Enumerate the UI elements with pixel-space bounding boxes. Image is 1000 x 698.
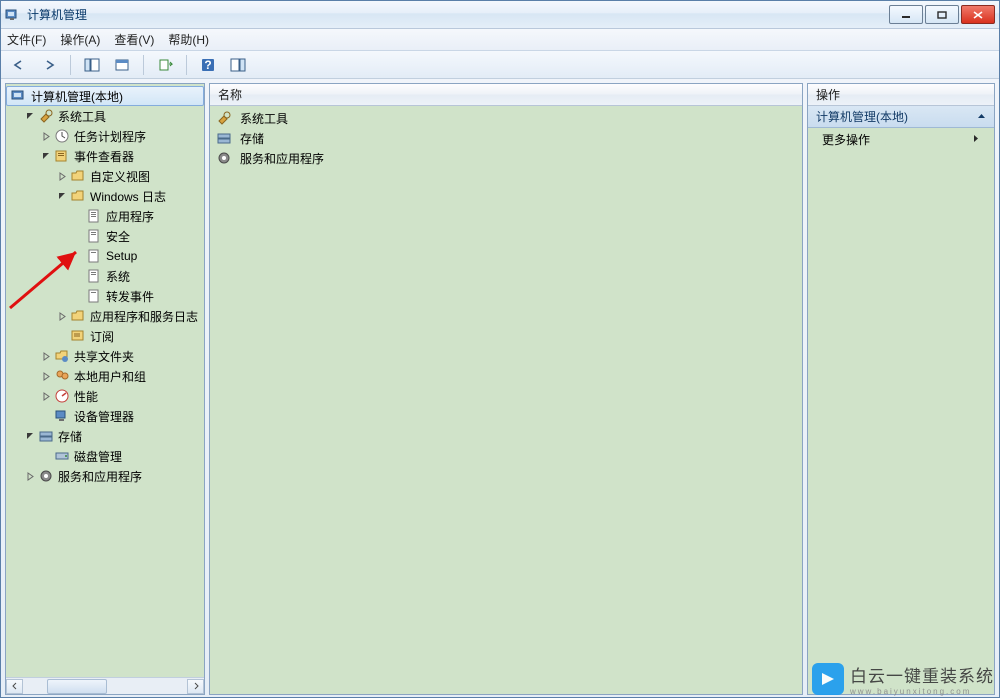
collapse-icon <box>977 110 986 124</box>
folder-icon <box>70 188 86 204</box>
console-tree[interactable]: 计算机管理(本地) 系统工具 任务计划程序 <box>6 84 204 677</box>
log-icon <box>86 228 102 244</box>
properties-button[interactable] <box>110 54 134 76</box>
list-item[interactable]: 服务和应用程序 <box>214 148 798 168</box>
collapse-icon[interactable] <box>40 150 52 162</box>
menu-file[interactable]: 文件(F) <box>7 31 46 48</box>
actions-section-header[interactable]: 计算机管理(本地) <box>808 106 994 128</box>
tree-device-manager[interactable]: 设备管理器 <box>6 406 204 426</box>
expand-icon[interactable] <box>40 130 52 142</box>
minimize-button[interactable] <box>889 5 923 24</box>
folder-icon <box>70 308 86 324</box>
show-hide-tree-button[interactable] <box>80 54 104 76</box>
storage-icon <box>216 130 232 146</box>
device-manager-icon <box>54 408 70 424</box>
menu-action[interactable]: 操作(A) <box>60 31 100 48</box>
disk-icon <box>54 448 70 464</box>
storage-icon <box>38 428 54 444</box>
subscription-icon <box>70 328 86 344</box>
tree-log-system[interactable]: 系统 <box>6 266 204 286</box>
shared-folder-icon <box>54 348 70 364</box>
log-icon <box>86 208 102 224</box>
tree-log-setup[interactable]: Setup <box>6 246 204 266</box>
log-icon <box>86 288 102 304</box>
tree-local-users[interactable]: 本地用户和组 <box>6 366 204 386</box>
log-icon <box>86 248 102 264</box>
tree-log-security[interactable]: 安全 <box>6 226 204 246</box>
window-title: 计算机管理 <box>27 6 87 23</box>
tree-log-forwarded[interactable]: 转发事件 <box>6 286 204 306</box>
tree-shared-folders[interactable]: 共享文件夹 <box>6 346 204 366</box>
separator <box>143 55 144 75</box>
tree-performance[interactable]: 性能 <box>6 386 204 406</box>
tree-custom-views[interactable]: 自定义视图 <box>6 166 204 186</box>
tree-panel: 计算机管理(本地) 系统工具 任务计划程序 <box>5 83 205 695</box>
services-icon <box>38 468 54 484</box>
tree-subscriptions[interactable]: 订阅 <box>6 326 204 346</box>
tree-system-tools[interactable]: 系统工具 <box>6 106 204 126</box>
details-panel: 名称 系统工具 存储 服务和应用程序 <box>209 83 803 695</box>
tree-services-apps[interactable]: 服务和应用程序 <box>6 466 204 486</box>
close-button[interactable] <box>961 5 995 24</box>
folder-icon <box>70 168 86 184</box>
collapse-icon[interactable] <box>56 190 68 202</box>
action-more[interactable]: 更多操作 <box>808 128 994 150</box>
window-frame: 计算机管理 文件(F) 操作(A) 查看(V) 帮助(H) ? <box>0 0 1000 698</box>
maximize-button[interactable] <box>925 5 959 24</box>
forward-button[interactable] <box>37 54 61 76</box>
show-action-pane-button[interactable] <box>226 54 250 76</box>
menu-view[interactable]: 查看(V) <box>114 31 154 48</box>
clock-icon <box>54 128 70 144</box>
actions-header: 操作 <box>808 84 994 106</box>
toolbar: ? <box>1 51 999 79</box>
tree-storage[interactable]: 存储 <box>6 426 204 446</box>
scroll-right-button[interactable] <box>187 679 204 694</box>
menubar: 文件(F) 操作(A) 查看(V) 帮助(H) <box>1 29 999 51</box>
app-icon <box>5 7 21 23</box>
help-button[interactable]: ? <box>196 54 220 76</box>
users-icon <box>54 368 70 384</box>
expand-icon[interactable] <box>40 350 52 362</box>
menu-help[interactable]: 帮助(H) <box>168 31 209 48</box>
expand-icon[interactable] <box>24 470 36 482</box>
expand-icon[interactable] <box>40 390 52 402</box>
svg-text:?: ? <box>204 58 211 72</box>
separator <box>70 55 71 75</box>
actions-panel: 操作 计算机管理(本地) 更多操作 <box>807 83 995 695</box>
tree-disk-management[interactable]: 磁盘管理 <box>6 446 204 466</box>
tools-icon <box>38 108 54 124</box>
workarea: 计算机管理(本地) 系统工具 任务计划程序 <box>1 79 999 697</box>
expand-icon[interactable] <box>56 310 68 322</box>
export-button[interactable] <box>153 54 177 76</box>
services-icon <box>216 150 232 166</box>
tree-app-service-logs[interactable]: 应用程序和服务日志 <box>6 306 204 326</box>
tree-log-application[interactable]: 应用程序 <box>6 206 204 226</box>
performance-icon <box>54 388 70 404</box>
computer-icon <box>11 88 27 104</box>
log-icon <box>86 268 102 284</box>
tree-event-viewer[interactable]: 事件查看器 <box>6 146 204 166</box>
horizontal-scrollbar[interactable] <box>6 677 204 694</box>
tree-windows-logs[interactable]: Windows 日志 <box>6 186 204 206</box>
list-item[interactable]: 存储 <box>214 128 798 148</box>
tree-task-scheduler[interactable]: 任务计划程序 <box>6 126 204 146</box>
details-list[interactable]: 系统工具 存储 服务和应用程序 <box>210 106 802 694</box>
separator <box>186 55 187 75</box>
back-button[interactable] <box>7 54 31 76</box>
tree-root[interactable]: 计算机管理(本地) <box>6 86 204 106</box>
expand-icon[interactable] <box>56 170 68 182</box>
expand-icon[interactable] <box>40 370 52 382</box>
collapse-icon[interactable] <box>24 430 36 442</box>
column-header-name[interactable]: 名称 <box>210 84 802 106</box>
collapse-icon[interactable] <box>24 110 36 122</box>
chevron-right-icon <box>973 132 980 146</box>
scroll-left-button[interactable] <box>6 679 23 694</box>
titlebar[interactable]: 计算机管理 <box>1 1 999 29</box>
event-viewer-icon <box>54 148 70 164</box>
tools-icon <box>216 110 232 126</box>
scroll-thumb[interactable] <box>47 679 107 694</box>
list-item[interactable]: 系统工具 <box>214 108 798 128</box>
